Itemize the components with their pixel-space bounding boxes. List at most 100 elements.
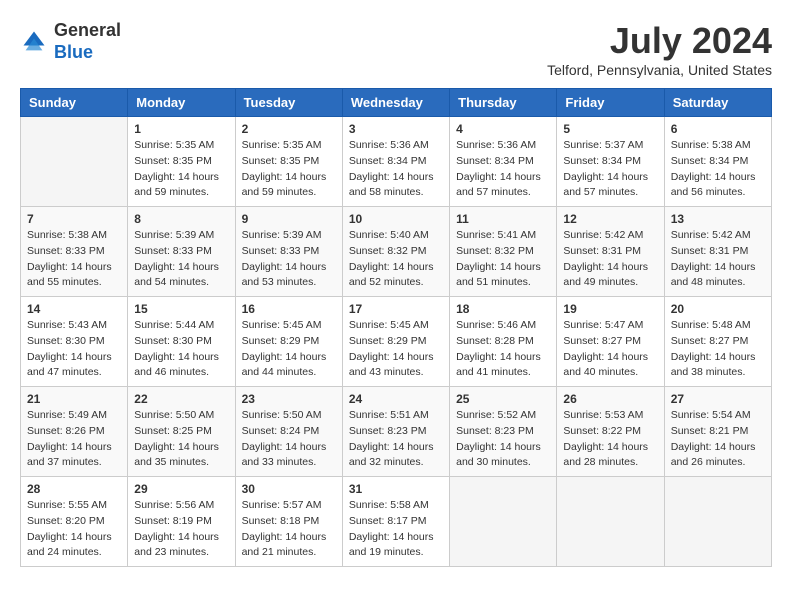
location: Telford, Pennsylvania, United States <box>547 62 772 78</box>
day-number: 29 <box>134 482 228 496</box>
calendar-cell: 2Sunrise: 5:35 AMSunset: 8:35 PMDaylight… <box>235 117 342 207</box>
calendar-cell: 12 Sunrise: 5:42 AMSunset: 8:31 PMDayligh… <box>557 207 664 297</box>
day-number: 11 <box>456 212 550 226</box>
calendar-cell <box>450 477 557 567</box>
day-info: Sunrise: 5:39 AMSunset: 8:33 PMDaylight:… <box>242 228 336 291</box>
day-number: 9 <box>242 212 336 226</box>
day-number: 8 <box>134 212 228 226</box>
day-info: Sunrise: 5:38 AMSunset: 8:33 PMDaylight:… <box>27 228 121 291</box>
day-info: Sunrise: 5:55 AMSunset: 8:20 PMDaylight:… <box>27 498 121 561</box>
logo-icon <box>20 28 48 56</box>
calendar-cell: 23 Sunrise: 5:50 AMSunset: 8:24 PMDayligh… <box>235 387 342 477</box>
calendar-cell: 5 Sunrise: 5:37 AMSunset: 8:34 PMDaylight… <box>557 117 664 207</box>
day-info: Sunrise: 5:42 AMSunset: 8:31 PMDaylight:… <box>671 228 765 291</box>
day-number: 30 <box>242 482 336 496</box>
day-info: Sunrise: 5:41 AMSunset: 8:32 PMDaylight:… <box>456 228 550 291</box>
calendar-week-row: 21Sunrise: 5:49 AMSunset: 8:26 PMDayligh… <box>21 387 772 477</box>
day-info: Sunrise: 5:50 AMSunset: 8:25 PMDaylight:… <box>134 408 228 471</box>
calendar-header-row: SundayMondayTuesdayWednesdayThursdayFrid… <box>21 89 772 117</box>
day-info: Sunrise: 5:51 AMSunset: 8:23 PMDaylight:… <box>349 408 443 471</box>
weekday-header: Tuesday <box>235 89 342 117</box>
day-number: 4 <box>456 122 550 136</box>
calendar-cell: 4 Sunrise: 5:36 AMSunset: 8:34 PMDaylight… <box>450 117 557 207</box>
day-info: Sunrise: 5:42 AMSunset: 8:31 PMDaylight:… <box>563 228 657 291</box>
calendar-week-row: 1Sunrise: 5:35 AMSunset: 8:35 PMDaylight… <box>21 117 772 207</box>
day-info: Sunrise: 5:45 AMSunset: 8:29 PMDaylight:… <box>349 318 443 381</box>
month-year: July 2024 <box>547 20 772 62</box>
weekday-header: Friday <box>557 89 664 117</box>
day-number: 18 <box>456 302 550 316</box>
day-info: Sunrise: 5:50 AMSunset: 8:24 PMDaylight:… <box>242 408 336 471</box>
calendar-cell: 29 Sunrise: 5:56 AMSunset: 8:19 PMDayligh… <box>128 477 235 567</box>
weekday-header: Saturday <box>664 89 771 117</box>
calendar-cell: 8Sunrise: 5:39 AMSunset: 8:33 PMDaylight… <box>128 207 235 297</box>
calendar-cell: 24 Sunrise: 5:51 AMSunset: 8:23 PMDayligh… <box>342 387 449 477</box>
weekday-header: Monday <box>128 89 235 117</box>
day-info: Sunrise: 5:53 AMSunset: 8:22 PMDaylight:… <box>563 408 657 471</box>
calendar-cell: 31 Sunrise: 5:58 AMSunset: 8:17 PMDayligh… <box>342 477 449 567</box>
day-number: 31 <box>349 482 443 496</box>
day-info: Sunrise: 5:37 AMSunset: 8:34 PMDaylight:… <box>563 138 657 201</box>
day-number: 15 <box>134 302 228 316</box>
day-number: 14 <box>27 302 121 316</box>
weekday-header: Wednesday <box>342 89 449 117</box>
day-info: Sunrise: 5:40 AMSunset: 8:32 PMDaylight:… <box>349 228 443 291</box>
page-header: General Blue July 2024 Telford, Pennsylv… <box>20 20 772 78</box>
day-number: 24 <box>349 392 443 406</box>
day-number: 23 <box>242 392 336 406</box>
calendar-cell: 28Sunrise: 5:55 AMSunset: 8:20 PMDayligh… <box>21 477 128 567</box>
calendar-cell: 9 Sunrise: 5:39 AMSunset: 8:33 PMDaylight… <box>235 207 342 297</box>
day-number: 6 <box>671 122 765 136</box>
day-number: 17 <box>349 302 443 316</box>
day-info: Sunrise: 5:56 AMSunset: 8:19 PMDaylight:… <box>134 498 228 561</box>
calendar-cell: 11 Sunrise: 5:41 AMSunset: 8:32 PMDayligh… <box>450 207 557 297</box>
day-number: 13 <box>671 212 765 226</box>
calendar-cell: 20Sunrise: 5:48 AMSunset: 8:27 PMDayligh… <box>664 297 771 387</box>
day-info: Sunrise: 5:58 AMSunset: 8:17 PMDaylight:… <box>349 498 443 561</box>
day-info: Sunrise: 5:36 AMSunset: 8:34 PMDaylight:… <box>456 138 550 201</box>
weekday-header: Sunday <box>21 89 128 117</box>
calendar-cell: 6 Sunrise: 5:38 AMSunset: 8:34 PMDaylight… <box>664 117 771 207</box>
calendar-cell <box>664 477 771 567</box>
weekday-header: Thursday <box>450 89 557 117</box>
day-number: 5 <box>563 122 657 136</box>
day-info: Sunrise: 5:35 AMSunset: 8:35 PMDaylight:… <box>134 138 228 201</box>
day-number: 7 <box>27 212 121 226</box>
calendar-week-row: 28Sunrise: 5:55 AMSunset: 8:20 PMDayligh… <box>21 477 772 567</box>
logo-general: General <box>54 20 121 42</box>
calendar-table: SundayMondayTuesdayWednesdayThursdayFrid… <box>20 88 772 567</box>
title-section: July 2024 Telford, Pennsylvania, United … <box>547 20 772 78</box>
day-info: Sunrise: 5:46 AMSunset: 8:28 PMDaylight:… <box>456 318 550 381</box>
calendar-cell: 18 Sunrise: 5:46 AMSunset: 8:28 PMDayligh… <box>450 297 557 387</box>
calendar-cell: 19Sunrise: 5:47 AMSunset: 8:27 PMDayligh… <box>557 297 664 387</box>
calendar-cell: 15 Sunrise: 5:44 AMSunset: 8:30 PMDayligh… <box>128 297 235 387</box>
calendar-cell: 25 Sunrise: 5:52 AMSunset: 8:23 PMDayligh… <box>450 387 557 477</box>
day-number: 12 <box>563 212 657 226</box>
calendar-week-row: 7 Sunrise: 5:38 AMSunset: 8:33 PMDaylight… <box>21 207 772 297</box>
day-number: 16 <box>242 302 336 316</box>
day-info: Sunrise: 5:44 AMSunset: 8:30 PMDaylight:… <box>134 318 228 381</box>
calendar-cell: 27 Sunrise: 5:54 AMSunset: 8:21 PMDayligh… <box>664 387 771 477</box>
calendar-cell: 14 Sunrise: 5:43 AMSunset: 8:30 PMDayligh… <box>21 297 128 387</box>
day-info: Sunrise: 5:54 AMSunset: 8:21 PMDaylight:… <box>671 408 765 471</box>
day-number: 25 <box>456 392 550 406</box>
day-info: Sunrise: 5:49 AMSunset: 8:26 PMDaylight:… <box>27 408 121 471</box>
day-info: Sunrise: 5:48 AMSunset: 8:27 PMDaylight:… <box>671 318 765 381</box>
calendar-cell: 10 Sunrise: 5:40 AMSunset: 8:32 PMDayligh… <box>342 207 449 297</box>
calendar-cell <box>21 117 128 207</box>
calendar-cell <box>557 477 664 567</box>
day-number: 2 <box>242 122 336 136</box>
calendar-cell: 17 Sunrise: 5:45 AMSunset: 8:29 PMDayligh… <box>342 297 449 387</box>
day-number: 10 <box>349 212 443 226</box>
day-number: 3 <box>349 122 443 136</box>
calendar-week-row: 14 Sunrise: 5:43 AMSunset: 8:30 PMDayligh… <box>21 297 772 387</box>
day-info: Sunrise: 5:52 AMSunset: 8:23 PMDaylight:… <box>456 408 550 471</box>
logo-blue: Blue <box>54 42 121 64</box>
calendar-cell: 21Sunrise: 5:49 AMSunset: 8:26 PMDayligh… <box>21 387 128 477</box>
day-number: 27 <box>671 392 765 406</box>
day-number: 19 <box>563 302 657 316</box>
calendar-cell: 30Sunrise: 5:57 AMSunset: 8:18 PMDayligh… <box>235 477 342 567</box>
day-number: 26 <box>563 392 657 406</box>
day-info: Sunrise: 5:38 AMSunset: 8:34 PMDaylight:… <box>671 138 765 201</box>
day-info: Sunrise: 5:43 AMSunset: 8:30 PMDaylight:… <box>27 318 121 381</box>
